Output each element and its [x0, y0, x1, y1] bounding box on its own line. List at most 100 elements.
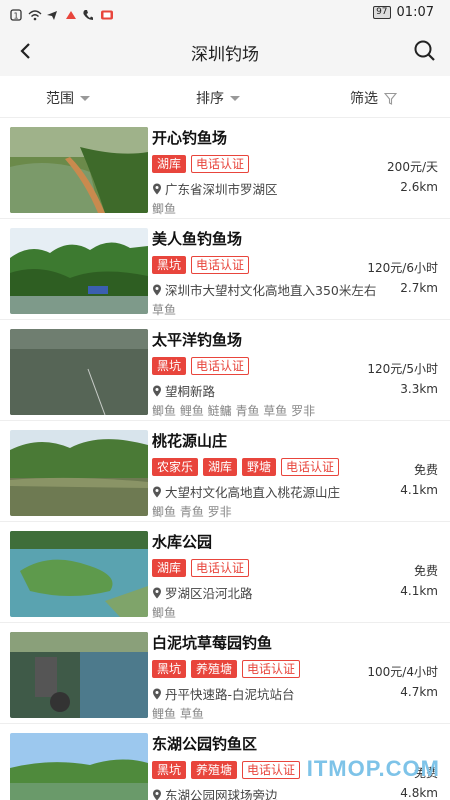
telegram-icon — [46, 6, 58, 20]
battery-indicator: 97 — [373, 6, 391, 19]
search-icon — [414, 40, 435, 61]
page-title: 深圳钓场 — [191, 45, 259, 65]
price: 免费 — [413, 463, 438, 477]
type-tag: 养殖塘 — [191, 660, 238, 678]
caret-down-icon — [230, 95, 240, 101]
list-item[interactable]: 水库公园 湖库 电话认证 免费 罗湖区沿河北路 4.1km 鲫鱼 — [0, 522, 450, 623]
address-text: 大望村文化高地直入桃花源山庄 — [165, 485, 341, 500]
sort-filter-label: 排序 — [196, 91, 224, 107]
list-item[interactable]: 开心钓鱼场 湖库 电话认证 200元/天 广东省深圳市罗湖区 2.6km 鲫鱼 — [0, 118, 450, 219]
address: 大望村文化高地直入桃花源山庄 — [152, 482, 340, 501]
caret-down-icon — [80, 95, 90, 101]
tag-group: 黑坑 电话认证 — [152, 256, 250, 274]
address: 深圳市大望村文化高地直入350米左右 — [152, 280, 376, 299]
phone-icon — [82, 6, 94, 20]
status-bar: 1 97 01:07 — [0, 0, 450, 26]
address: 罗湖区沿河北路 — [152, 583, 253, 602]
address: 丹平快速路-白泥坑站台 — [152, 684, 295, 703]
sort-filter[interactable]: 排序 — [196, 88, 240, 108]
spot-name: 美人鱼钓鱼场 — [152, 230, 243, 248]
spot-name: 东湖公园钓鱼区 — [152, 735, 258, 753]
address-text: 丹平快速路-白泥坑站台 — [165, 687, 295, 702]
status-right: 97 01:07 — [373, 5, 434, 20]
spot-name: 太平洋钓鱼场 — [152, 331, 243, 349]
fish-species: 草鱼 — [152, 303, 177, 317]
clock: 01:07 — [396, 5, 434, 20]
list-item[interactable]: 太平洋钓鱼场 黑坑 电话认证 120元/5小时 望桐新路 3.3km 鲫鱼 鲤鱼… — [0, 320, 450, 421]
price: 120元/6小时 — [367, 261, 438, 275]
tag-group: 黑坑 电话认证 — [152, 357, 250, 375]
location-pin-icon — [153, 789, 161, 800]
spot-photo — [10, 228, 148, 314]
spot-name: 桃花源山庄 — [152, 432, 228, 450]
tag-group: 农家乐 湖库 野塘 电话认证 — [152, 458, 340, 476]
watermark: ITMOP.COM — [306, 756, 440, 781]
distance: 4.7km — [400, 685, 438, 699]
filter-bar: 范围 排序 筛选 — [0, 76, 450, 118]
verified-tag: 电话认证 — [191, 559, 250, 577]
funnel-icon — [384, 92, 397, 105]
notification-icons: 1 — [10, 6, 113, 21]
address-text: 深圳市大望村文化高地直入350米左右 — [165, 283, 377, 298]
range-filter-label: 范围 — [46, 91, 74, 107]
location-pin-icon — [153, 486, 161, 497]
spot-photo — [10, 127, 148, 213]
verified-tag: 电话认证 — [191, 155, 250, 173]
type-tag: 黑坑 — [152, 256, 187, 274]
tag-group: 黑坑 养殖塘 电话认证 — [152, 660, 301, 678]
app-icon — [64, 6, 76, 19]
filter-button[interactable]: 筛选 — [350, 88, 397, 108]
spot-name: 白泥坑草莓园钓鱼 — [152, 634, 273, 652]
search-button[interactable] — [410, 36, 440, 66]
distance: 4.8km — [400, 786, 438, 800]
fish-species: 鲫鱼 鲤鱼 鲢鳙 青鱼 草鱼 罗非 — [152, 404, 316, 418]
distance: 4.1km — [400, 483, 438, 497]
address-text: 望桐新路 — [165, 384, 216, 399]
svg-text:1: 1 — [14, 12, 19, 21]
address: 广东省深圳市罗湖区 — [152, 179, 278, 198]
fish-species: 鲫鱼 青鱼 罗非 — [152, 505, 232, 519]
price: 200元/天 — [387, 160, 438, 174]
type-tag: 黑坑 — [152, 660, 187, 678]
header: 深圳钓场 — [0, 26, 450, 76]
spot-photo — [10, 329, 148, 415]
location-pin-icon — [153, 284, 161, 295]
list-item[interactable]: 美人鱼钓鱼场 黑坑 电话认证 120元/6小时 深圳市大望村文化高地直入350米… — [0, 219, 450, 320]
type-tag: 湖库 — [203, 458, 238, 476]
mail-icon — [100, 6, 113, 20]
type-tag: 湖库 — [152, 559, 187, 577]
filter-label: 筛选 — [350, 91, 378, 107]
address: 东湖公园网球场旁边 — [152, 785, 278, 800]
address-text: 广东省深圳市罗湖区 — [165, 182, 278, 197]
address-text: 罗湖区沿河北路 — [165, 586, 253, 601]
distance: 3.3km — [400, 382, 438, 396]
fish-species: 鲤鱼 草鱼 — [152, 707, 204, 721]
fish-species: 鲫鱼 — [152, 202, 177, 216]
distance: 2.7km — [400, 281, 438, 295]
spot-photo — [10, 531, 148, 617]
wifi-icon — [28, 6, 42, 21]
tag-group: 湖库 电话认证 — [152, 559, 250, 577]
fishing-spot-list: 开心钓鱼场 湖库 电话认证 200元/天 广东省深圳市罗湖区 2.6km 鲫鱼 … — [0, 118, 450, 800]
type-tag: 野塘 — [242, 458, 277, 476]
list-item[interactable]: 桃花源山庄 农家乐 湖库 野塘 电话认证 免费 大望村文化高地直入桃花源山庄 4… — [0, 421, 450, 522]
price: 100元/4小时 — [367, 665, 438, 679]
fish-species: 鲫鱼 — [152, 606, 177, 620]
range-filter[interactable]: 范围 — [46, 88, 90, 108]
spot-photo — [10, 430, 148, 516]
spot-photo — [10, 632, 148, 718]
spot-name: 开心钓鱼场 — [152, 129, 228, 147]
notification-icon: 1 — [10, 6, 22, 21]
type-tag: 养殖塘 — [191, 761, 238, 779]
type-tag: 农家乐 — [152, 458, 199, 476]
price: 120元/5小时 — [367, 362, 438, 376]
address-text: 东湖公园网球场旁边 — [165, 788, 278, 800]
verified-tag: 电话认证 — [242, 660, 301, 678]
tag-group: 湖库 电话认证 — [152, 155, 250, 173]
location-pin-icon — [153, 183, 161, 194]
location-pin-icon — [153, 587, 161, 598]
verified-tag: 电话认证 — [281, 458, 340, 476]
price: 免费 — [413, 564, 438, 578]
list-item[interactable]: 白泥坑草莓园钓鱼 黑坑 养殖塘 电话认证 100元/4小时 丹平快速路-白泥坑站… — [0, 623, 450, 724]
verified-tag: 电话认证 — [191, 256, 250, 274]
